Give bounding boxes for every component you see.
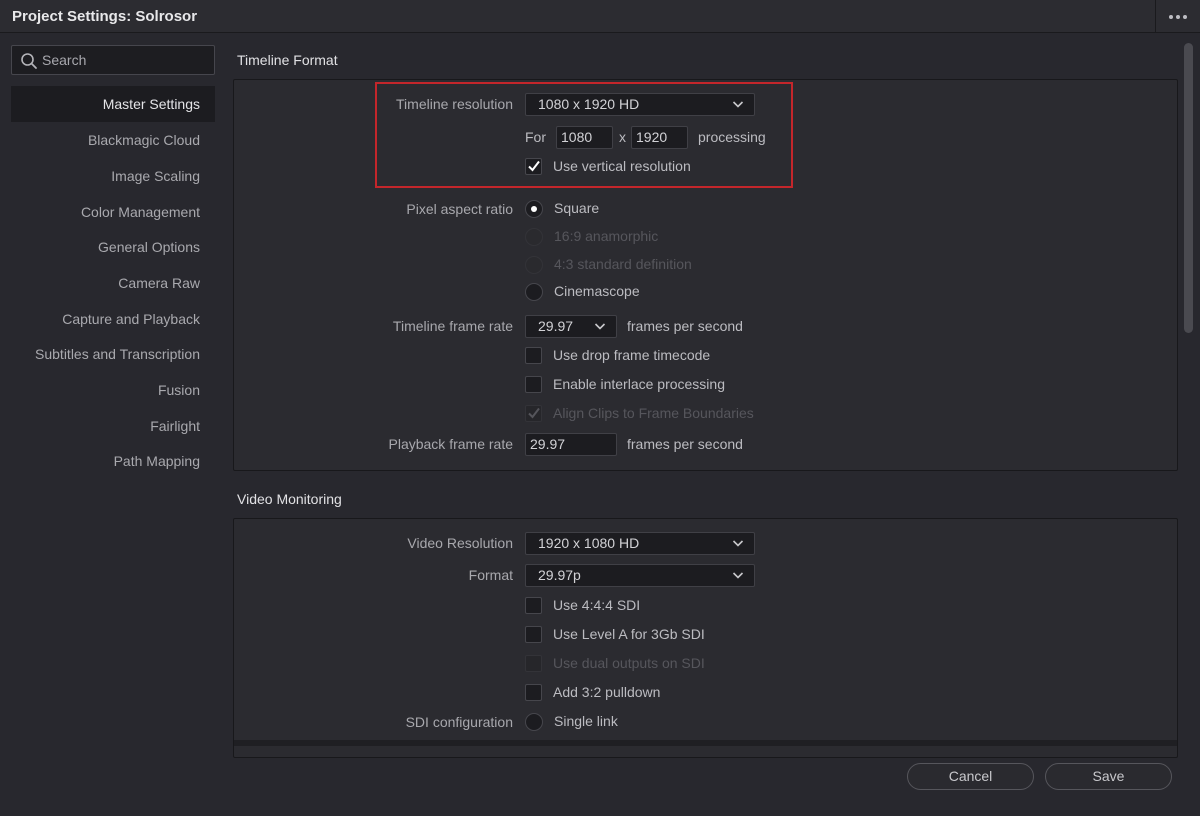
save-button[interactable]: Save bbox=[1045, 763, 1172, 790]
video-resolution-value: 1920 x 1080 HD bbox=[538, 535, 640, 551]
sidebar-item-fairlight[interactable]: Fairlight bbox=[11, 408, 215, 444]
radio-4-3-standard-label: 4:3 standard definition bbox=[554, 256, 692, 272]
align-clips-checkbox[interactable] bbox=[525, 405, 542, 422]
pixel-aspect-ratio-label: Pixel aspect ratio bbox=[406, 201, 513, 217]
section-title-timeline-format: Timeline Format bbox=[237, 52, 338, 68]
playback-frame-rate-input[interactable]: 29.97 bbox=[525, 433, 617, 456]
radio-single-link-label: Single link bbox=[554, 713, 618, 729]
search-icon bbox=[21, 53, 37, 69]
pulldown-checkbox[interactable] bbox=[525, 684, 542, 701]
format-label: Format bbox=[468, 567, 513, 583]
radio-single-link[interactable] bbox=[525, 713, 543, 731]
format-value: 29.97p bbox=[538, 567, 581, 583]
sidebar-item-color-management[interactable]: Color Management bbox=[11, 194, 215, 230]
more-options-icon[interactable] bbox=[1155, 0, 1200, 33]
level-a-checkbox[interactable] bbox=[525, 626, 542, 643]
interlace-checkbox[interactable] bbox=[525, 376, 542, 393]
radio-square-label: Square bbox=[554, 200, 600, 216]
chevron-down-icon bbox=[594, 323, 606, 330]
chevron-down-icon bbox=[732, 572, 744, 579]
align-clips-label: Align Clips to Frame Boundaries bbox=[553, 405, 754, 421]
sidebar-item-master-settings[interactable]: Master Settings bbox=[11, 86, 215, 122]
radio-cinemascope[interactable] bbox=[525, 283, 543, 301]
radio-4-3-standard[interactable] bbox=[525, 256, 543, 274]
video-resolution-dropdown[interactable]: 1920 x 1080 HD bbox=[525, 532, 755, 555]
radio-16-9-anamorphic[interactable] bbox=[525, 228, 543, 246]
sidebar-item-capture-playback[interactable]: Capture and Playback bbox=[11, 301, 215, 337]
frames-per-second-label: frames per second bbox=[627, 318, 743, 334]
timeline-frame-rate-dropdown[interactable]: 29.97 bbox=[525, 315, 617, 338]
highlight-box bbox=[375, 82, 793, 188]
sidebar-item-subtitles-transcription[interactable]: Subtitles and Transcription bbox=[11, 336, 215, 372]
level-a-label: Use Level A for 3Gb SDI bbox=[553, 626, 705, 642]
title-bar: Project Settings: Solrosor bbox=[0, 0, 1200, 33]
sidebar-item-path-mapping[interactable]: Path Mapping bbox=[11, 443, 215, 479]
sidebar-item-image-scaling[interactable]: Image Scaling bbox=[11, 158, 215, 194]
sdi-444-label: Use 4:4:4 SDI bbox=[553, 597, 641, 613]
sidebar-item-blackmagic-cloud[interactable]: Blackmagic Cloud bbox=[11, 122, 215, 158]
format-dropdown[interactable]: 29.97p bbox=[525, 564, 755, 587]
timeline-frame-rate-value: 29.97 bbox=[538, 318, 574, 334]
radio-cinemascope-label: Cinemascope bbox=[554, 283, 640, 299]
sidebar-item-fusion[interactable]: Fusion bbox=[11, 372, 215, 408]
playback-frame-rate-label: Playback frame rate bbox=[388, 436, 514, 452]
radio-square[interactable] bbox=[525, 200, 543, 218]
sdi-444-checkbox[interactable] bbox=[525, 597, 542, 614]
pulldown-label: Add 3:2 pulldown bbox=[553, 684, 661, 700]
scrollbar-thumb[interactable] bbox=[1184, 43, 1193, 333]
radio-16-9-anamorphic-label: 16:9 anamorphic bbox=[554, 228, 659, 244]
search-input[interactable] bbox=[42, 46, 210, 74]
sdi-configuration-label: SDI configuration bbox=[405, 714, 513, 730]
timeline-frame-rate-label: Timeline frame rate bbox=[392, 318, 513, 334]
section-title-video-monitoring: Video Monitoring bbox=[237, 491, 342, 507]
dual-outputs-checkbox[interactable] bbox=[525, 655, 542, 672]
drop-frame-label: Use drop frame timecode bbox=[553, 347, 711, 363]
cancel-button[interactable]: Cancel bbox=[907, 763, 1034, 790]
interlace-label: Enable interlace processing bbox=[553, 376, 725, 392]
sidebar-item-general-options[interactable]: General Options bbox=[11, 229, 215, 265]
dual-outputs-label: Use dual outputs on SDI bbox=[553, 655, 705, 671]
window-title: Project Settings: Solrosor bbox=[12, 8, 198, 25]
video-resolution-label: Video Resolution bbox=[407, 535, 513, 551]
drop-frame-checkbox[interactable] bbox=[525, 347, 542, 364]
search-box[interactable] bbox=[11, 45, 215, 75]
sidebar-item-camera-raw[interactable]: Camera Raw bbox=[11, 265, 215, 301]
playback-fps-label: frames per second bbox=[627, 436, 743, 452]
checkmark-icon bbox=[528, 407, 540, 419]
chevron-down-icon bbox=[732, 540, 744, 547]
scroll-fade bbox=[234, 740, 1177, 746]
